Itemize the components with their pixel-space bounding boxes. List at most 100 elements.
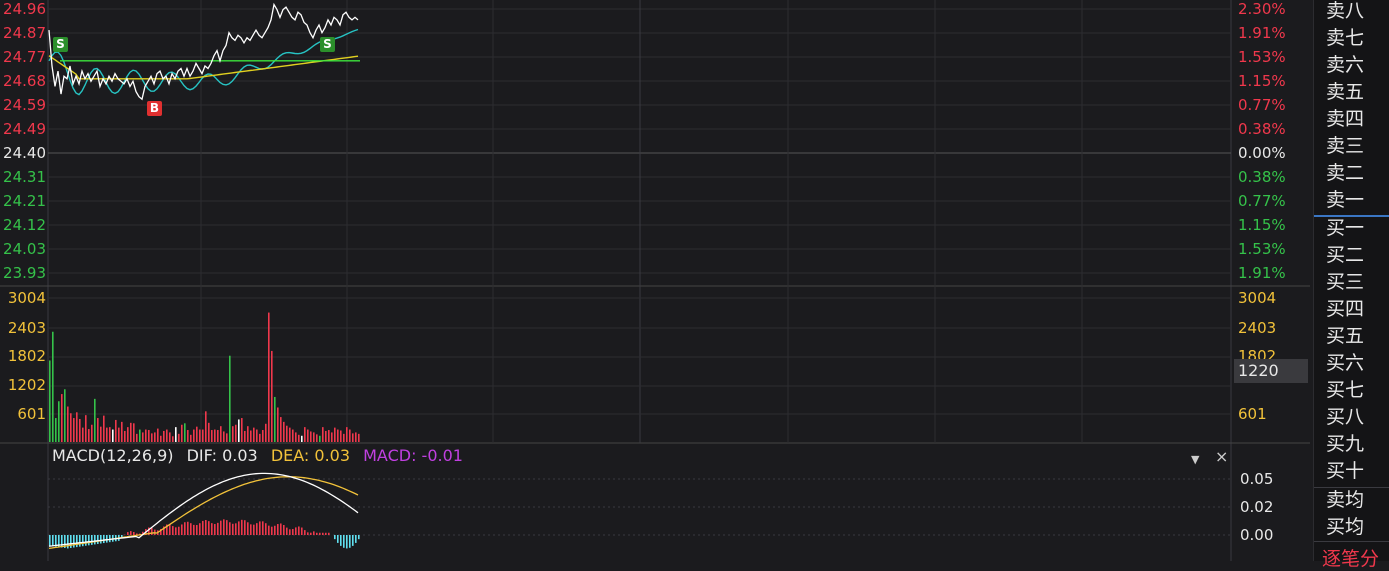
sell-marker[interactable]: S [320,37,335,52]
macd-histogram-bar [61,535,63,548]
macd-histogram-bar [295,527,297,535]
volume-bar [223,431,225,442]
volume-bar [355,432,357,442]
macd-histogram-bar [313,531,315,535]
volume-bar [181,425,183,442]
order-buy-level[interactable]: 买五 [1326,325,1364,347]
volume-bar [250,430,252,442]
volume-bar [325,431,327,442]
macd-histogram-bar [304,530,306,535]
order-sell-level[interactable]: 卖三 [1326,135,1364,157]
macd-histogram-bar [91,535,93,545]
volume-bar [139,430,141,442]
volume-bar [226,433,228,442]
order-average[interactable]: 卖均 [1326,489,1364,511]
volume-bar [214,430,216,442]
volume-tick: 3004 [0,289,46,307]
volume-bar [163,431,165,442]
order-buy-level[interactable]: 买六 [1326,352,1364,374]
macd-histogram-bar [94,535,96,544]
order-buy-level[interactable]: 买十 [1326,460,1364,482]
percent-tick: 0.00% [1238,144,1286,162]
macd-histogram-bar [76,535,78,547]
order-book-panel: 卖八卖七卖六卖五卖四卖三卖二卖一买一买二买三买四买五买六买七买八买九买十卖均买均… [1313,0,1389,561]
volume-bar [202,430,204,442]
macd-histogram-bar [49,535,51,546]
volume-bar [304,427,306,442]
macd-histogram-bar [88,535,90,545]
macd-tick: 0.00 [1240,526,1273,544]
order-buy-level[interactable]: 买八 [1326,406,1364,428]
macd-histogram-bar [103,535,105,543]
macd-histogram-bar [181,524,183,535]
volume-bar [358,434,360,442]
macd-histogram-bar [193,525,195,535]
volume-tick: 1202 [0,376,46,394]
price-tick: 23.93 [0,264,46,282]
buy-marker[interactable]: B [147,101,162,116]
macd-dea: DEA: 0.03 [271,446,350,465]
macd-tick: 0.05 [1240,470,1273,488]
percent-tick: 1.53% [1238,48,1286,66]
price-tick: 24.40 [0,144,46,162]
volume-tick: 1802 [0,347,46,365]
volume-bar [277,407,279,442]
order-buy-level[interactable]: 买一 [1326,217,1364,239]
volume-bar [79,419,81,442]
macd-histogram-bar [133,532,135,535]
order-book-separator [1314,487,1389,488]
volume-bar [127,427,129,442]
percent-tick: 1.15% [1238,72,1286,90]
volume-bar [322,427,324,442]
volume-bar [247,426,249,442]
volume-bar [145,430,147,442]
order-buy-level[interactable]: 买九 [1326,433,1364,455]
macd-histogram-bar [241,520,243,535]
volume-bar [148,430,150,442]
volume-bar [211,430,213,442]
volume-tick: 601 [0,405,46,423]
close-icon[interactable]: × [1215,447,1228,466]
volume-bar [265,424,267,442]
dropdown-icon[interactable]: ▼ [1191,453,1199,466]
macd-histogram-bar [250,524,252,535]
order-buy-level[interactable]: 买七 [1326,379,1364,401]
macd-histogram-bar [262,521,264,535]
order-sell-level[interactable]: 卖四 [1326,108,1364,130]
macd-histogram-bar [121,535,123,537]
macd-histogram-bar [169,524,171,535]
order-sell-level[interactable]: 卖八 [1326,0,1364,22]
volume-cursor-value: 1220 [1234,359,1308,383]
macd-histogram-bar [223,519,225,535]
volume-bar [193,430,195,442]
volume-bar [349,430,351,442]
volume-bar [88,429,90,442]
macd-histogram-bar [211,523,213,535]
volume-bar [130,423,132,442]
volume-bar [52,332,54,442]
macd-histogram-bar [178,527,180,535]
volume-bar [178,434,180,442]
volume-tick: 2403 [1238,319,1276,337]
order-buy-level[interactable]: 买四 [1326,298,1364,320]
order-buy-level[interactable]: 买二 [1326,244,1364,266]
macd-histogram-bar [298,526,300,535]
macd-histogram-bar [292,529,294,535]
macd-histogram-bar [325,533,327,535]
order-sell-level[interactable]: 卖六 [1326,54,1364,76]
trade-detail-tab[interactable]: 逐笔分 [1322,544,1379,571]
order-sell-level[interactable]: 卖一 [1326,189,1364,211]
volume-bar [166,430,168,442]
macd-histogram-bar [343,535,345,548]
order-buy-level[interactable]: 买三 [1326,271,1364,293]
percent-tick: 0.38% [1238,168,1286,186]
volume-bar [259,434,261,442]
order-average[interactable]: 买均 [1326,516,1364,538]
order-sell-level[interactable]: 卖二 [1326,162,1364,184]
macd-title[interactable]: MACD(12,26,9) [52,446,174,465]
order-sell-level[interactable]: 卖五 [1326,81,1364,103]
order-sell-level[interactable]: 卖七 [1326,27,1364,49]
volume-tick: 601 [1238,405,1267,423]
sell-marker[interactable]: S [53,37,68,52]
price-line [49,5,358,100]
